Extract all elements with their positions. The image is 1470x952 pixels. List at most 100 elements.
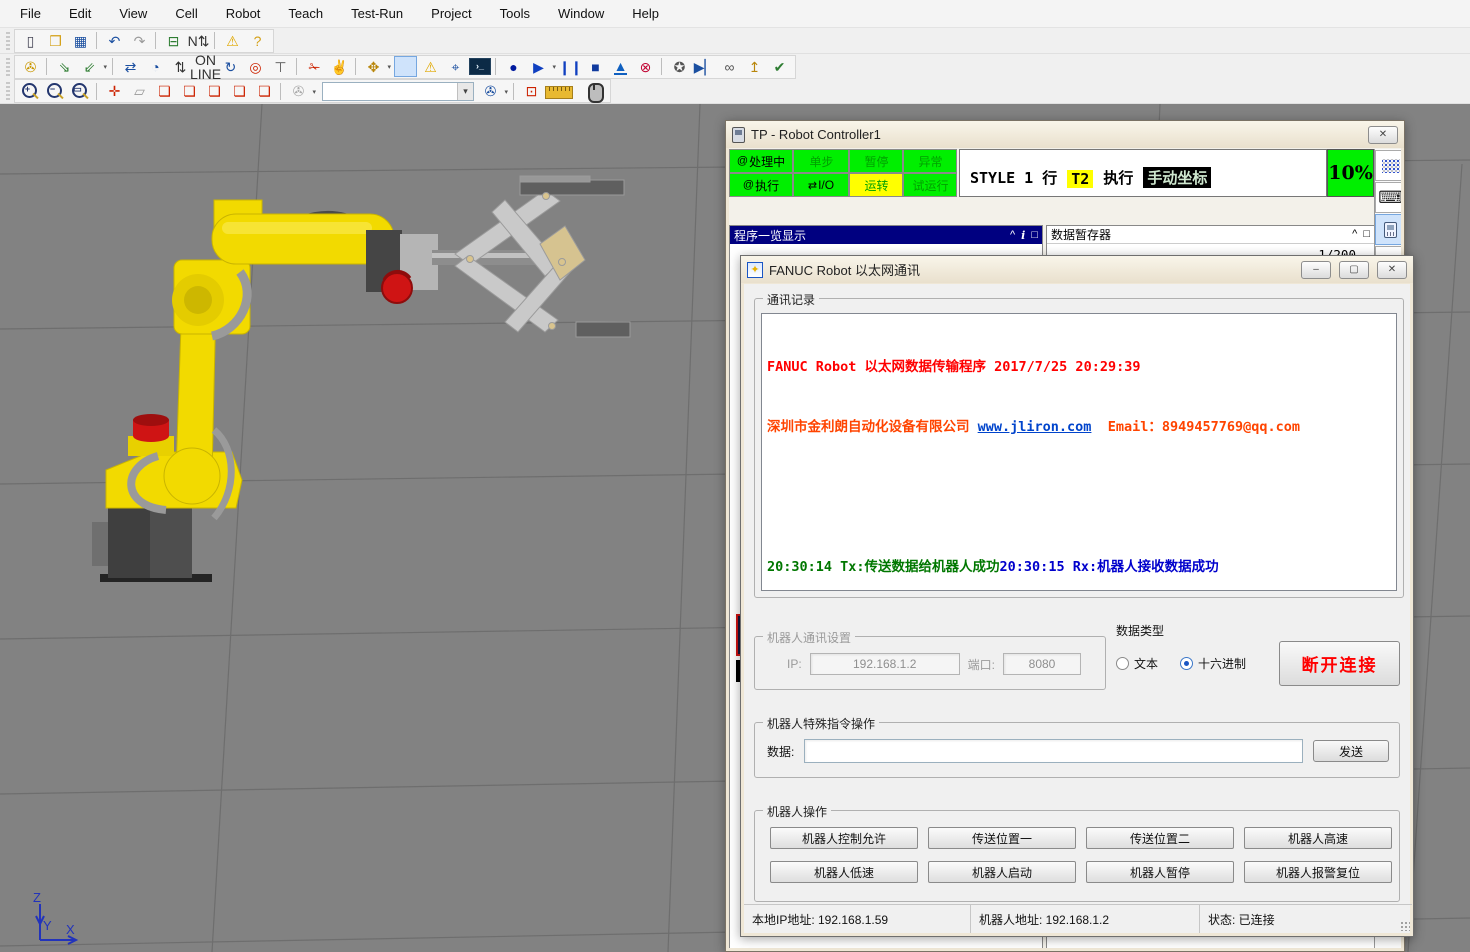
- object-count-icon[interactable]: N⇅: [187, 30, 210, 51]
- minimize-button[interactable]: –: [1301, 261, 1331, 279]
- online-icon[interactable]: ON LINE: [194, 56, 217, 77]
- zoom-window-icon[interactable]: ▭: [69, 81, 92, 102]
- program-panel-titlebar[interactable]: 程序一览显示 ^ i □: [730, 226, 1042, 244]
- jog-lock-icon[interactable]: ⇘: [53, 56, 76, 77]
- alarm-icon[interactable]: ⚠: [419, 56, 442, 77]
- stop-icon[interactable]: ■: [584, 56, 607, 77]
- view-cube-add-icon[interactable]: ❏: [153, 81, 176, 102]
- resize-grip[interactable]: [1400, 921, 1410, 931]
- robot-tooling-icon[interactable]: ✇: [19, 56, 42, 77]
- gauge-icon[interactable]: ◔: [144, 56, 167, 77]
- center-view-icon[interactable]: ✛: [103, 81, 126, 102]
- menu-item[interactable]: View: [105, 0, 161, 28]
- redo-icon[interactable]: ↷: [128, 30, 151, 51]
- toolbar-grip[interactable]: [6, 82, 10, 100]
- io-link-icon[interactable]: ∞: [718, 56, 741, 77]
- eject-icon[interactable]: ▲: [609, 56, 632, 77]
- cell-browser-icon[interactable]: ⊟: [162, 30, 185, 51]
- floor-plane-icon[interactable]: ▱: [128, 81, 151, 102]
- target-icon[interactable]: ◎: [244, 56, 267, 77]
- measure-icon[interactable]: ↥: [743, 56, 766, 77]
- view-cube-right-icon[interactable]: ❏: [203, 81, 226, 102]
- menu-item[interactable]: Edit: [55, 0, 105, 28]
- menu-item[interactable]: Help: [618, 0, 673, 28]
- jog-tool-icon[interactable]: ⇙: [78, 56, 101, 77]
- xyz-frame-icon[interactable]: ⇅: [169, 56, 192, 77]
- robot-op-button[interactable]: 传送位置一: [928, 827, 1076, 849]
- robot-op-button[interactable]: 机器人高速: [1244, 827, 1392, 849]
- panel-minimize-icon[interactable]: ^: [1352, 229, 1357, 240]
- menu-item[interactable]: Project: [417, 0, 485, 28]
- command-input[interactable]: [804, 739, 1303, 763]
- new-cell-icon[interactable]: ▯: [19, 30, 42, 51]
- menu-item[interactable]: Cell: [161, 0, 211, 28]
- menu-item[interactable]: Robot: [212, 0, 275, 28]
- gripper-icon[interactable]: ✌: [328, 56, 351, 77]
- toolbar-grip[interactable]: [6, 58, 10, 76]
- pliers-icon[interactable]: ✁: [303, 56, 326, 77]
- company-website-link[interactable]: www.jliron.com: [978, 419, 1092, 435]
- toolbar-grip[interactable]: [6, 32, 10, 50]
- robot-model[interactable]: [92, 176, 630, 582]
- undo-icon[interactable]: ↶: [103, 30, 126, 51]
- rotate-axis-icon[interactable]: ↻: [219, 56, 242, 77]
- port-field[interactable]: 8080: [1003, 653, 1081, 675]
- ruler-icon[interactable]: [545, 81, 572, 102]
- find-robot-icon[interactable]: ⌖: [444, 56, 467, 77]
- open-cell-icon[interactable]: ❒: [44, 30, 67, 51]
- help-icon[interactable]: ?: [246, 30, 269, 51]
- wireframe-cube-icon[interactable]: ⊡: [520, 81, 543, 102]
- camera-target-icon[interactable]: ✇: [479, 81, 502, 102]
- view-cube-ne-icon[interactable]: ❏: [228, 81, 251, 102]
- register-panel-titlebar[interactable]: 数据暂存器 ^ □: [1047, 226, 1374, 244]
- robot-op-button[interactable]: 传送位置二: [1086, 827, 1234, 849]
- abort-icon[interactable]: ⊗: [634, 56, 657, 77]
- menu-item[interactable]: Tools: [486, 0, 544, 28]
- robot-op-button[interactable]: 机器人低速: [770, 861, 918, 883]
- view-cube-left-icon[interactable]: ❏: [178, 81, 201, 102]
- hold-icon[interactable]: ❙❙: [559, 56, 582, 77]
- pixel-monitor-icon[interactable]: [1375, 150, 1401, 181]
- save-cell-icon[interactable]: ▦: [69, 30, 92, 51]
- ip-field[interactable]: 192.168.1.2: [810, 653, 960, 675]
- view-select-combobox[interactable]: [322, 82, 474, 101]
- panel-info-icon[interactable]: i: [1021, 230, 1025, 241]
- datatype-radio[interactable]: 十六进制: [1180, 655, 1246, 672]
- panel-minimize-icon[interactable]: ^: [1010, 230, 1015, 241]
- robot-op-button[interactable]: 机器人暂停: [1086, 861, 1234, 883]
- send-button[interactable]: 发送: [1313, 740, 1389, 762]
- mouse-icon[interactable]: [583, 81, 606, 102]
- teach-pendant-toggle-icon[interactable]: [1375, 214, 1401, 245]
- datatype-radio[interactable]: 文本: [1116, 655, 1158, 672]
- zoom-out-icon[interactable]: −: [44, 81, 67, 102]
- monitor-robot-icon[interactable]: ✪: [668, 56, 691, 77]
- robot-op-button[interactable]: 机器人报警复位: [1244, 861, 1392, 883]
- disconnect-button[interactable]: 断开连接: [1279, 641, 1400, 686]
- zoom-in-icon[interactable]: +: [19, 81, 42, 102]
- menu-item[interactable]: Test-Run: [337, 0, 417, 28]
- keyboard-icon[interactable]: ⌨: [1375, 182, 1401, 213]
- save-alert-icon[interactable]: ⚠: [221, 30, 244, 51]
- panel-restore-icon[interactable]: □: [1031, 230, 1038, 241]
- run-panel-icon[interactable]: ▶▏: [693, 56, 716, 77]
- jog-menu-icon[interactable]: ✥: [362, 56, 385, 77]
- teach-pendant-icon[interactable]: [394, 56, 417, 77]
- profiler-check-icon[interactable]: ✔: [768, 56, 791, 77]
- terminal-icon[interactable]: ›_: [469, 58, 491, 75]
- maximize-button[interactable]: ▢: [1339, 261, 1369, 279]
- tp-close-button[interactable]: ✕: [1368, 126, 1398, 144]
- view-cube-sw-icon[interactable]: ❏: [253, 81, 276, 102]
- run-icon[interactable]: ▶: [527, 56, 550, 77]
- robot-op-button[interactable]: 机器人启动: [928, 861, 1076, 883]
- comm-log[interactable]: FANUC Robot 以太网数据传输程序 2017/7/25 20:29:39…: [761, 313, 1397, 591]
- close-button[interactable]: ✕: [1377, 261, 1407, 279]
- tp-titlebar[interactable]: TP - Robot Controller1 ✕: [726, 121, 1404, 148]
- menu-item[interactable]: Window: [544, 0, 618, 28]
- robot-op-button[interactable]: 机器人控制允许: [770, 827, 918, 849]
- dialog-titlebar[interactable]: ✦ FANUC Robot 以太网通讯 – ▢ ✕: [741, 256, 1413, 283]
- swap-robot-icon[interactable]: ⇄: [119, 56, 142, 77]
- signpost-icon[interactable]: ⊤: [269, 56, 292, 77]
- panel-restore-icon[interactable]: □: [1363, 229, 1370, 240]
- camera-icon[interactable]: ✇: [287, 81, 310, 102]
- record-icon[interactable]: ●: [502, 56, 525, 77]
